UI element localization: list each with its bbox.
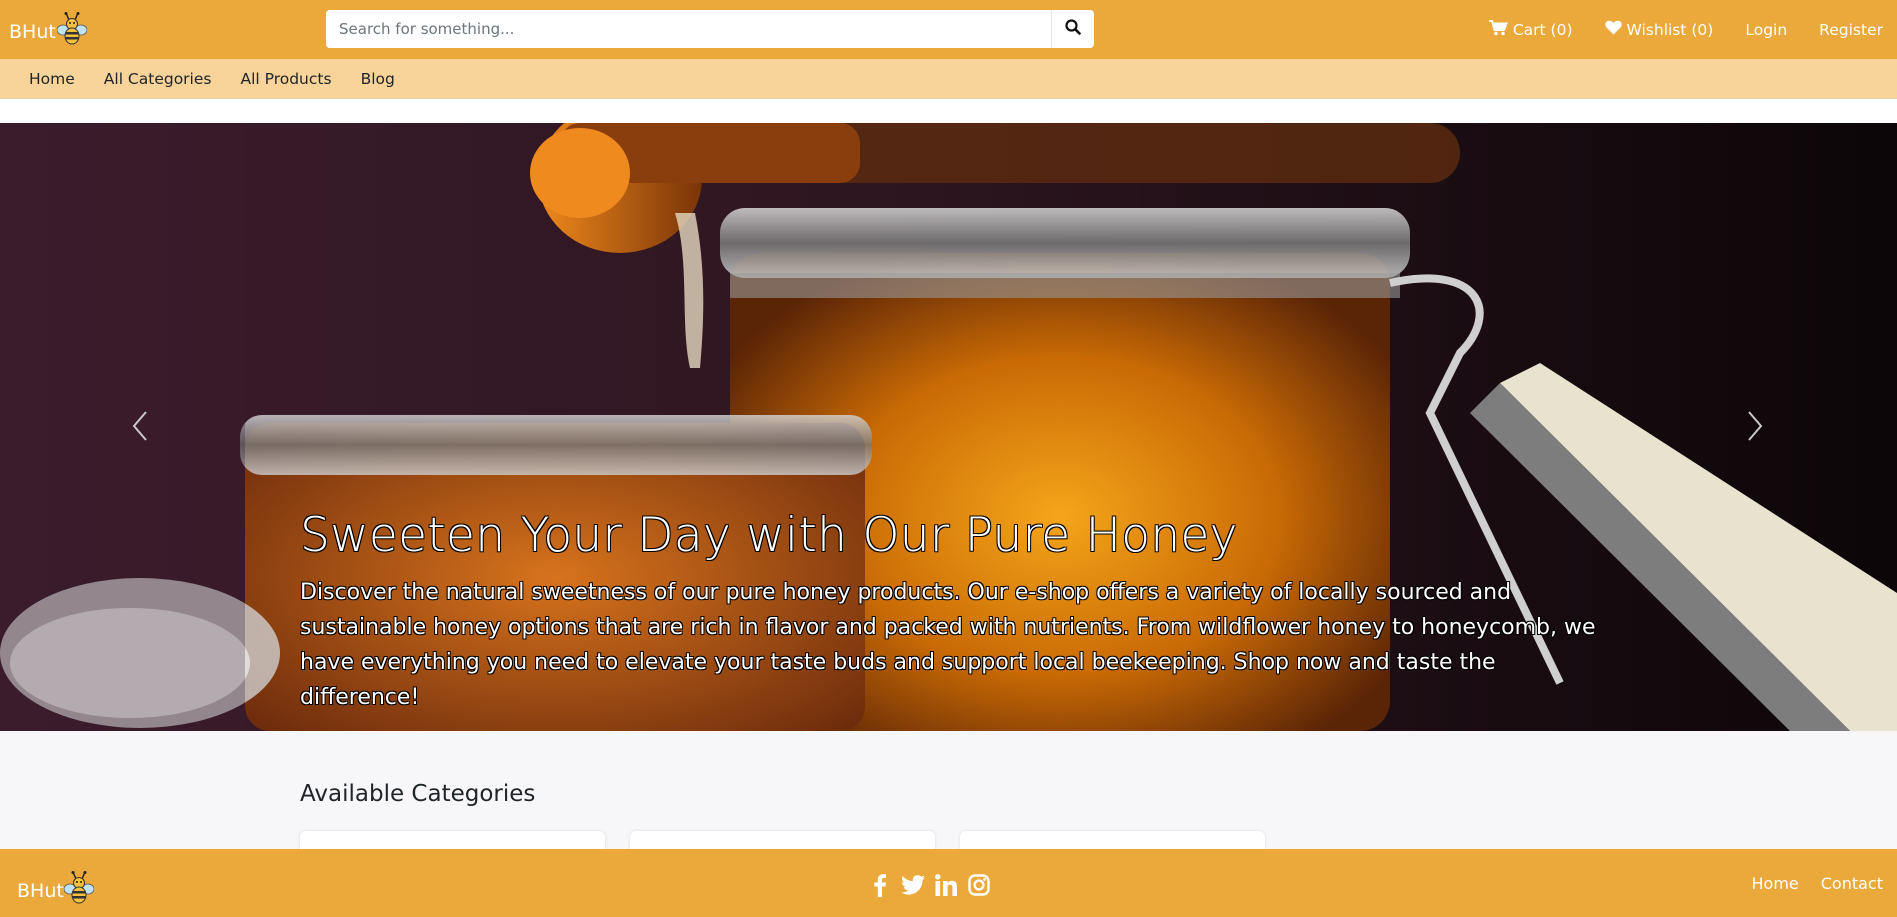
footer-brand-name: BHut	[17, 879, 64, 902]
login-link[interactable]: Login	[1745, 21, 1787, 39]
linkedin-icon[interactable]	[934, 873, 958, 897]
instagram-icon[interactable]	[967, 873, 991, 897]
cart-label: Cart (0)	[1512, 20, 1573, 39]
category-navbar: Home All Categories All Products Blog	[0, 59, 1897, 99]
subnav-item-all-categories[interactable]: All Categories	[104, 70, 212, 88]
categories-section: Available Categories	[0, 731, 1897, 871]
chevron-left-icon	[130, 411, 150, 447]
register-link[interactable]: Register	[1819, 21, 1883, 39]
top-nav-links: Cart (0) Wishlist (0) Login Register	[1488, 0, 1883, 59]
wishlist-link[interactable]: Wishlist (0)	[1604, 20, 1714, 39]
search-button[interactable]	[1051, 10, 1094, 48]
footer-links: Home Contact	[1752, 849, 1884, 917]
search-icon	[1065, 19, 1081, 39]
cart-link[interactable]: Cart (0)	[1488, 19, 1573, 40]
top-navbar: BHut Search for something... Cart (0) Wi…	[0, 0, 1897, 59]
footer-brand[interactable]: BHut	[17, 871, 95, 910]
footer-link-contact[interactable]: Contact	[1821, 874, 1883, 893]
twitter-icon[interactable]	[901, 873, 925, 897]
brand-name: BHut	[9, 20, 56, 43]
search-bar	[326, 10, 1094, 48]
footer: BHut Home Contact	[0, 849, 1897, 917]
carousel-prev-button[interactable]	[130, 409, 150, 447]
facebook-icon[interactable]	[868, 873, 892, 897]
chevron-right-icon	[1745, 411, 1765, 447]
subnav-item-blog[interactable]: Blog	[361, 70, 395, 88]
hero-carousel: Sweeten Your Day with Our Pure Honey Dis…	[0, 123, 1897, 731]
carousel-next-button[interactable]	[1745, 409, 1765, 447]
bee-icon	[56, 12, 88, 51]
social-links	[868, 873, 991, 897]
footer-link-home[interactable]: Home	[1752, 874, 1799, 893]
wishlist-label: Wishlist (0)	[1626, 20, 1714, 39]
bee-icon	[63, 871, 95, 910]
subnav-item-home[interactable]: Home	[29, 70, 75, 88]
heart-icon	[1604, 20, 1622, 39]
hero-caption: Sweeten Your Day with Our Pure Honey Dis…	[300, 508, 1600, 715]
hero-text: Discover the natural sweetness of our pu…	[300, 580, 1596, 710]
search-input[interactable]	[326, 10, 1051, 48]
categories-title: Available Categories	[300, 781, 536, 807]
cart-icon	[1488, 19, 1508, 40]
hero-title: Sweeten Your Day with Our Pure Honey	[300, 508, 1238, 563]
subnav-item-all-products[interactable]: All Products	[240, 70, 331, 88]
brand-logo[interactable]: BHut	[9, 12, 88, 51]
